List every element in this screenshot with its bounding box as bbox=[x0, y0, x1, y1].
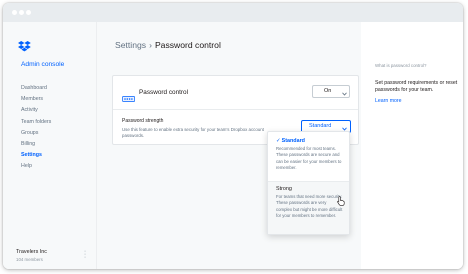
learn-more-link[interactable]: Learn more bbox=[375, 98, 402, 104]
password-strength-label: Password strength bbox=[122, 118, 164, 124]
password-field-icon bbox=[122, 89, 135, 107]
more-options-icon[interactable]: · · · bbox=[83, 248, 87, 261]
toggle-value: On bbox=[324, 88, 332, 94]
breadcrumb-settings-link[interactable]: Settings bbox=[115, 40, 146, 50]
help-question: What is password control? bbox=[375, 63, 427, 68]
team-switcher[interactable]: Travelers Inc 104 members bbox=[16, 249, 47, 262]
sidebar-item-team-folders[interactable]: Team folders bbox=[21, 117, 51, 128]
admin-console-title: Admin console bbox=[21, 61, 65, 68]
help-panel: What is password control? Set password r… bbox=[361, 22, 463, 269]
option-strong-name: Strong bbox=[276, 186, 292, 192]
option-standard-name: Standard bbox=[281, 138, 305, 144]
window-titlebar bbox=[3, 3, 463, 22]
window-minimize-button[interactable] bbox=[19, 10, 24, 15]
sidebar: Admin console Dashboard Members Activity… bbox=[3, 22, 97, 269]
sidebar-item-settings[interactable]: Settings bbox=[21, 150, 51, 161]
sidebar-item-groups[interactable]: Groups bbox=[21, 128, 51, 139]
dropdown-option-standard[interactable]: ✓Standard Recommended for most teams. Th… bbox=[268, 138, 349, 172]
dropbox-logo-icon[interactable] bbox=[18, 39, 31, 57]
strength-select-value: Standard bbox=[309, 123, 332, 129]
team-name: Travelers Inc bbox=[16, 249, 47, 255]
app-window: Admin console Dashboard Members Activity… bbox=[3, 3, 463, 269]
sidebar-item-billing[interactable]: Billing bbox=[21, 139, 51, 150]
window-close-button[interactable] bbox=[12, 10, 17, 15]
password-control-label: Password control bbox=[139, 89, 189, 96]
page-title: Password control bbox=[154, 40, 221, 50]
option-standard-description: Recommended for most teams. These passwo… bbox=[276, 146, 342, 171]
sidebar-item-help[interactable]: Help bbox=[21, 161, 51, 172]
password-control-toggle[interactable]: On bbox=[312, 85, 350, 98]
password-strength-description: Use this feature to enable extra securit… bbox=[122, 127, 264, 138]
breadcrumb-separator: › bbox=[149, 40, 152, 50]
sidebar-nav: Dashboard Members Activity Team folders … bbox=[21, 83, 51, 173]
password-strength-dropdown: ✓Standard Recommended for most teams. Th… bbox=[267, 131, 350, 235]
sidebar-item-members[interactable]: Members bbox=[21, 94, 51, 105]
sidebar-item-activity[interactable]: Activity bbox=[21, 105, 51, 116]
team-member-count: 104 members bbox=[16, 257, 43, 262]
window-maximize-button[interactable] bbox=[26, 10, 31, 15]
hand-cursor-icon bbox=[337, 193, 345, 211]
checkmark-icon: ✓ bbox=[276, 138, 281, 144]
help-text: Set password requirements or reset passw… bbox=[375, 80, 458, 94]
card-divider bbox=[113, 109, 358, 110]
option-strong-description: For teams that need more security. These… bbox=[276, 194, 343, 219]
chevron-down-icon bbox=[342, 90, 347, 101]
breadcrumb: Settings › Password control bbox=[115, 40, 221, 50]
sidebar-item-dashboard[interactable]: Dashboard bbox=[21, 83, 51, 94]
